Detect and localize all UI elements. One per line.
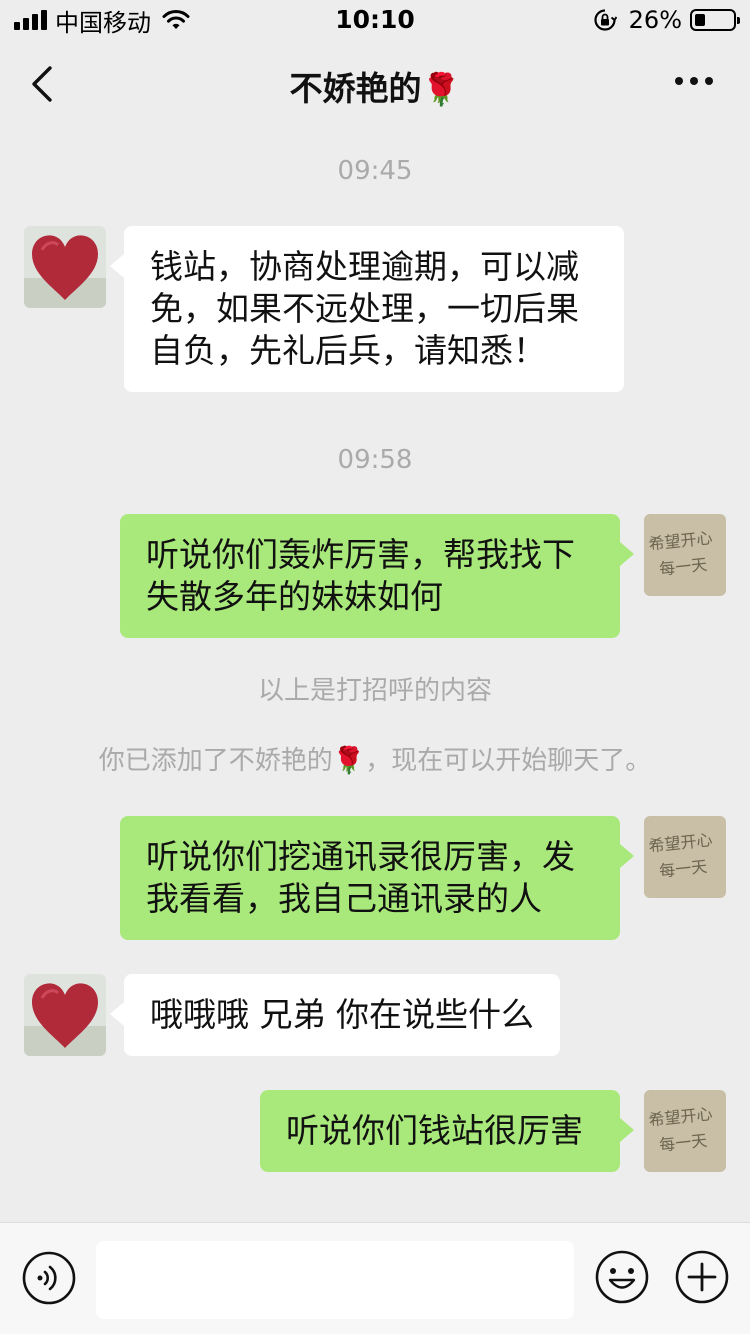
more-options-icon[interactable]	[674, 74, 714, 88]
incoming-message-bubble[interactable]: 钱站，协商处理逾期，可以减免，如果不远处理，一切后果自负，先礼后兵，请知悉！	[110, 226, 624, 392]
system-note-prefix: 你已添加了不娇艳的	[98, 746, 333, 776]
input-bar	[0, 1222, 750, 1334]
rose-emoji: 🌹	[332, 746, 366, 776]
status-right: 26%	[593, 6, 740, 34]
chat-screen: 中国移动 10:10 26% 不娇艳的🌹 09:45 钱站，协商处理逾期，可以减…	[0, 0, 750, 1334]
add-more-icon[interactable]	[674, 1249, 730, 1305]
message-timestamp: 09:58	[337, 445, 413, 475]
my-avatar[interactable]: 希望开心 每一天	[644, 816, 726, 898]
outgoing-message-bubble[interactable]: 听说你们钱站很厉害	[260, 1090, 634, 1172]
message-text: 听说你们挖通讯录很厉害，发我看看，我自己通讯录的人	[146, 837, 575, 918]
orientation-lock-icon	[594, 9, 617, 31]
rose-emoji: 🌹	[421, 72, 461, 108]
nav-bar: 不娇艳的🌹	[0, 40, 750, 128]
chat-title-text: 不娇艳的	[289, 69, 422, 108]
message-text: 听说你们钱站很厉害	[286, 1111, 583, 1150]
emoji-icon[interactable]	[594, 1249, 650, 1305]
status-bar: 中国移动 10:10 26%	[0, 0, 750, 40]
system-note-added-friend: 你已添加了不娇艳的🌹，现在可以开始聊天了。	[0, 740, 750, 777]
my-avatar[interactable]: 希望开心 每一天	[644, 1090, 726, 1172]
calligraphy-avatar-image: 希望开心每一天	[644, 1090, 726, 1172]
heart-avatar-image	[24, 974, 106, 1056]
message-input[interactable]	[96, 1241, 574, 1319]
battery-icon	[690, 9, 740, 31]
outgoing-message-bubble[interactable]: 听说你们轰炸厉害，帮我找下失散多年的妹妹如何	[120, 514, 634, 638]
message-timestamp: 09:45	[337, 156, 413, 186]
contact-avatar[interactable]	[24, 974, 106, 1056]
battery-percentage: 26%	[628, 6, 682, 34]
system-note-suffix: ，现在可以开始聊天了。	[365, 746, 652, 776]
message-text: 听说你们轰炸厉害，帮我找下失散多年的妹妹如何	[146, 535, 575, 616]
system-note-greeting: 以上是打招呼的内容	[257, 676, 492, 706]
heart-avatar-image	[24, 226, 106, 308]
voice-input-icon[interactable]	[22, 1251, 76, 1305]
calligraphy-avatar-image: 希望开心每一天	[644, 816, 726, 898]
message-text: 钱站，协商处理逾期，可以减免，如果不远处理，一切后果自负，先礼后兵，请知悉！	[150, 247, 579, 370]
chat-title: 不娇艳的🌹	[0, 62, 750, 110]
outgoing-message-bubble[interactable]: 听说你们挖通讯录很厉害，发我看看，我自己通讯录的人	[120, 816, 634, 940]
message-text: 哦哦哦 兄弟 你在说些什么	[150, 995, 534, 1034]
calligraphy-avatar-image: 希望开心每一天	[644, 514, 726, 596]
incoming-message-bubble[interactable]: 哦哦哦 兄弟 你在说些什么	[110, 974, 560, 1056]
my-avatar[interactable]: 希望开心 每一天	[644, 514, 726, 596]
contact-avatar[interactable]	[24, 226, 106, 308]
